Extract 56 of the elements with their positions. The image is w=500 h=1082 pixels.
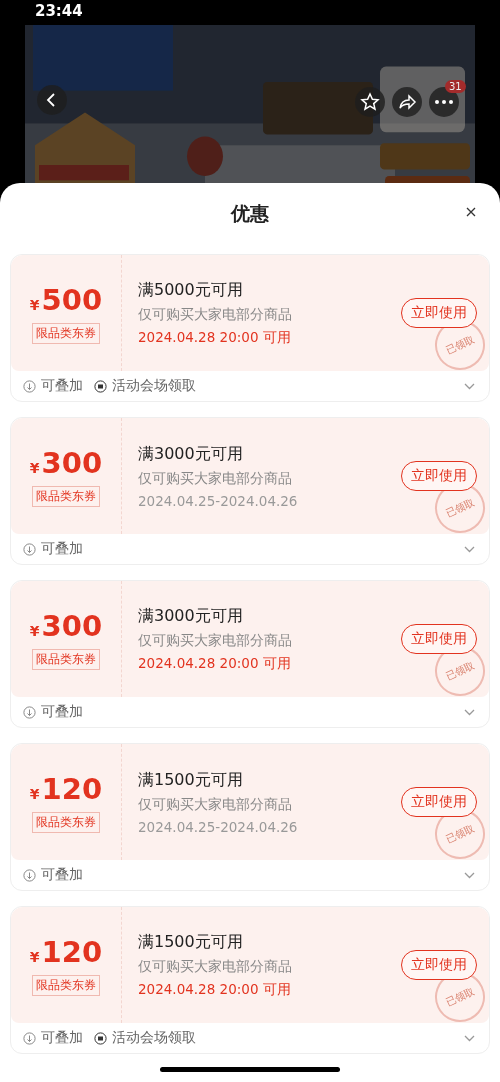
coupon-threshold: 满1500元可用 bbox=[138, 769, 244, 791]
chevron-down-icon bbox=[464, 708, 475, 716]
use-now-button[interactable]: 立即使用 bbox=[401, 624, 477, 654]
status-time: 23:44 bbox=[35, 2, 83, 20]
coupon-amount: ¥300 bbox=[29, 608, 103, 643]
coupon-scope: 仅可购买大家电部分商品 bbox=[138, 469, 293, 488]
coupon-validity: 2024.04.28 20:00 可用 bbox=[138, 654, 292, 673]
coupon-threshold: 满3000元可用 bbox=[138, 443, 244, 465]
chevron-down-icon bbox=[464, 1034, 475, 1042]
coupon-amount: ¥120 bbox=[29, 771, 103, 806]
coupon-tag: 活动会场领取 bbox=[112, 377, 196, 395]
chevron-down-icon bbox=[464, 545, 475, 553]
use-now-button[interactable]: 立即使用 bbox=[401, 461, 477, 491]
coupon-scope: 仅可购买大家电部分商品 bbox=[138, 305, 293, 324]
use-now-button[interactable]: 立即使用 bbox=[401, 298, 477, 328]
coupon-amount: ¥300 bbox=[29, 445, 103, 480]
coupon-validity: 2024.04.28 20:00 可用 bbox=[138, 980, 292, 999]
coupon-source-icon bbox=[94, 1031, 107, 1045]
coupon-type-tag: 限品类东券 bbox=[32, 322, 100, 344]
coupon-tag: 可叠加 bbox=[41, 1029, 83, 1047]
close-icon bbox=[466, 207, 476, 217]
coupon-validity: 2024.04.25-2024.04.26 bbox=[138, 818, 299, 835]
chevron-down-icon bbox=[464, 871, 475, 879]
use-now-button[interactable]: 立即使用 bbox=[401, 787, 477, 817]
coupon-threshold: 满5000元可用 bbox=[138, 279, 244, 301]
coupon-tag: 可叠加 bbox=[41, 540, 83, 558]
coupon-validity: 2024.04.25-2024.04.26 bbox=[138, 492, 299, 509]
coupon-type-tag: 限品类东券 bbox=[32, 811, 100, 833]
stack-icon bbox=[23, 379, 36, 393]
coupon-type-tag: 限品类东券 bbox=[32, 648, 100, 670]
sheet-title: 优惠 bbox=[231, 200, 269, 226]
coupon-scope: 仅可购买大家电部分商品 bbox=[138, 795, 293, 814]
coupon-tag: 可叠加 bbox=[41, 866, 83, 884]
more-icon bbox=[434, 99, 454, 105]
star-icon bbox=[360, 92, 380, 112]
share-icon bbox=[397, 92, 417, 112]
coupon-scope: 仅可购买大家电部分商品 bbox=[138, 957, 293, 976]
stack-icon bbox=[23, 868, 36, 882]
coupon-tag: 可叠加 bbox=[41, 703, 83, 721]
coupon-tag: 可叠加 bbox=[41, 377, 83, 395]
stack-icon bbox=[23, 705, 36, 719]
coupon-tag: 活动会场领取 bbox=[112, 1029, 196, 1047]
coupon-amount: ¥120 bbox=[29, 934, 103, 969]
coupon-validity: 2024.04.28 20:00 可用 bbox=[138, 328, 292, 347]
coupon-source-icon bbox=[94, 379, 107, 393]
stack-icon bbox=[23, 1031, 36, 1045]
coupon-threshold: 满1500元可用 bbox=[138, 931, 244, 953]
coupon-type-tag: 限品类东券 bbox=[32, 485, 100, 507]
coupon-scope: 仅可购买大家电部分商品 bbox=[138, 631, 293, 650]
coupon-threshold: 满3000元可用 bbox=[138, 605, 244, 627]
stack-icon bbox=[23, 542, 36, 556]
chevron-down-icon bbox=[464, 382, 475, 390]
close-button[interactable] bbox=[464, 205, 478, 219]
use-now-button[interactable]: 立即使用 bbox=[401, 950, 477, 980]
coupon-type-tag: 限品类东券 bbox=[32, 974, 100, 996]
coupon-amount: ¥500 bbox=[29, 282, 103, 317]
